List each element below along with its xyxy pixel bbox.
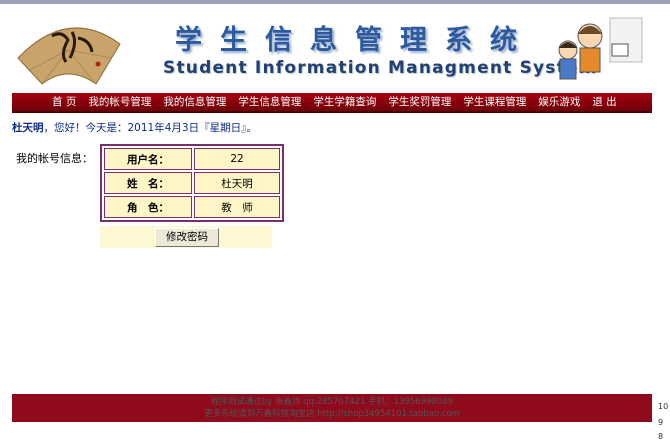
- footer-line-2: 更多系统请到万鑫科技淘宝店 http://shop34954101.taobao…: [204, 409, 460, 419]
- change-password-button[interactable]: 修改密码: [155, 228, 219, 247]
- table-row: 用户名： 22: [104, 148, 280, 170]
- main-nav: 首 页 我的帐号管理 我的信息管理 学生信息管理 学生学籍查询 学生奖罚管理 学…: [12, 93, 652, 113]
- user-name: 杜天明: [12, 122, 44, 134]
- account-info-table: 用户名： 22 姓 名： 杜天明 角 色： 教 师: [100, 144, 284, 222]
- side-number: 9: [658, 418, 664, 427]
- account-section-label: 我的帐号信息：: [16, 152, 93, 165]
- greeting-text: ，您好！今天是：2011年4月3日『星期日』。: [43, 122, 257, 134]
- side-number: 10: [658, 402, 669, 411]
- greeting: 杜天明，您好！今天是：2011年4月3日『星期日』。: [12, 120, 257, 135]
- fan-logo-icon: [17, 27, 121, 85]
- footer-line-1: 程序测试通过by 张鑫炜 qq:285707421 手机：13956998089: [210, 397, 454, 407]
- nav-games[interactable]: 娱乐游戏: [532, 93, 586, 111]
- name-value: 杜天明: [194, 172, 280, 194]
- students-illustration-icon: [558, 17, 643, 80]
- nav-logout[interactable]: 退 出: [586, 93, 622, 111]
- name-key: 姓 名：: [104, 172, 192, 194]
- side-number: 8: [658, 432, 664, 441]
- nav-student-info[interactable]: 学生信息管理: [232, 93, 307, 111]
- role-value: 教 师: [194, 196, 280, 218]
- nav-rewards-penalties[interactable]: 学生奖罚管理: [382, 93, 457, 111]
- username-key: 用户名：: [104, 148, 192, 170]
- nav-my-info[interactable]: 我的信息管理: [157, 93, 232, 111]
- nav-student-status-query[interactable]: 学生学籍查询: [307, 93, 382, 111]
- top-border: [0, 0, 670, 4]
- nav-home[interactable]: 首 页: [46, 93, 82, 111]
- title-chinese: 学生信息管理系统: [175, 25, 535, 56]
- footer: 程序测试通过by 张鑫炜 qq:285707421 手机：13956998089…: [12, 394, 652, 422]
- nav-student-courses[interactable]: 学生课程管理: [457, 93, 532, 111]
- username-value: 22: [194, 148, 280, 170]
- role-key: 角 色：: [104, 196, 192, 218]
- change-password-area: 修改密码: [100, 226, 272, 248]
- table-row: 姓 名： 杜天明: [104, 172, 280, 194]
- table-row: 角 色： 教 师: [104, 196, 280, 218]
- title-english: Student Information Managment System: [163, 58, 598, 78]
- nav-my-account[interactable]: 我的帐号管理: [82, 93, 157, 111]
